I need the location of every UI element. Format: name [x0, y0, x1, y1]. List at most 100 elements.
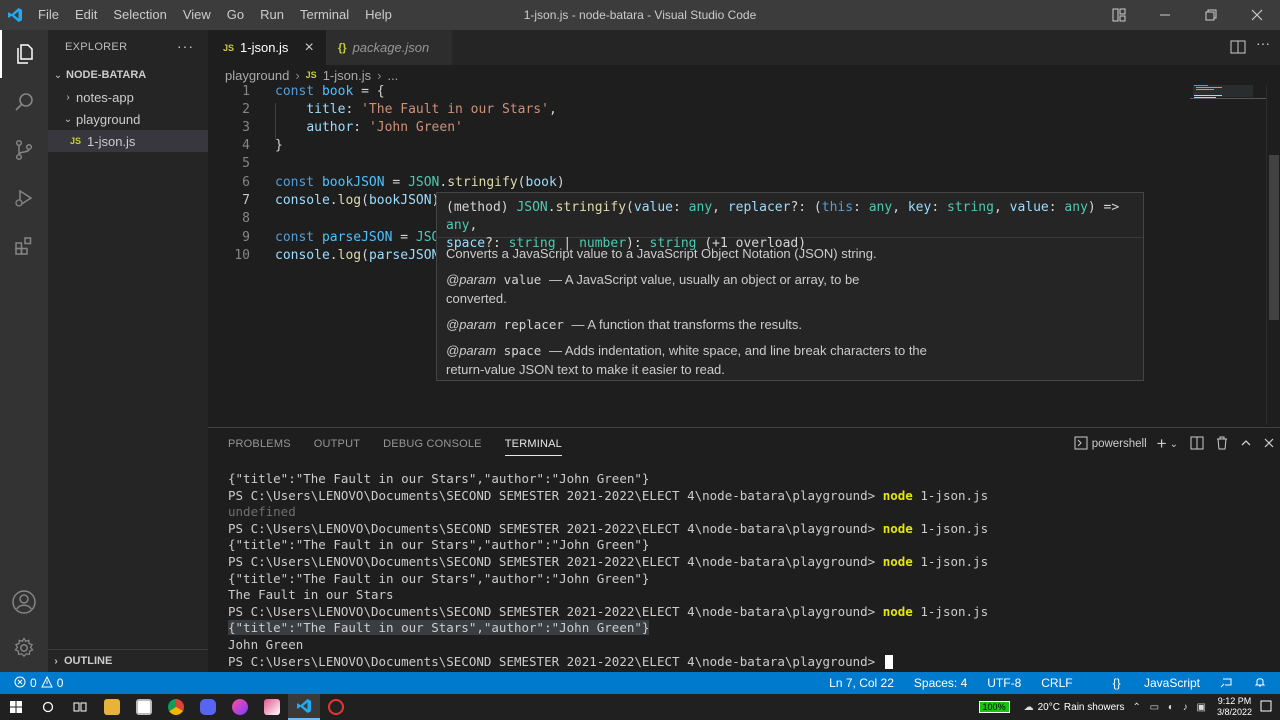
breadcrumb-folder[interactable]: playground: [225, 68, 289, 83]
run-debug-icon[interactable]: [0, 174, 48, 222]
extensions-icon[interactable]: [0, 222, 48, 270]
task-view-icon[interactable]: [64, 694, 96, 720]
windows-start-icon[interactable]: [0, 694, 32, 720]
panel-tab-terminal[interactable]: TERMINAL: [504, 428, 563, 460]
vscode-taskbar-icon[interactable]: [288, 694, 320, 720]
cursor-position[interactable]: Ln 7, Col 22: [829, 676, 894, 690]
end-of-line[interactable]: CRLF: [1041, 676, 1072, 690]
scrollbar-thumb[interactable]: [1269, 155, 1279, 320]
feedback-icon[interactable]: [1220, 676, 1234, 691]
maximize-panel-icon[interactable]: [1240, 437, 1252, 452]
menu-terminal[interactable]: Terminal: [292, 0, 357, 30]
hover-signature: (method) JSON.stringify(value: any, repl…: [437, 193, 1143, 251]
split-editor-icon[interactable]: [1230, 39, 1246, 60]
braces-icon: {}: [1112, 676, 1121, 690]
menu-run[interactable]: Run: [252, 0, 292, 30]
notifications-bell-icon[interactable]: [1254, 676, 1266, 691]
tree-item-playground[interactable]: ⌄ playground: [48, 108, 208, 130]
clock-date: 3/8/2022: [1216, 707, 1252, 717]
discord-icon[interactable]: [192, 694, 224, 720]
breadcrumb-file[interactable]: 1-json.js: [323, 68, 371, 83]
panel-tab-problems[interactable]: PROBLEMS: [228, 428, 291, 460]
restore-button[interactable]: [1188, 0, 1234, 30]
taskbar-search-icon[interactable]: [32, 694, 64, 720]
terminal-line: PS C:\Users\LENOVO\Documents\SECOND SEME…: [228, 553, 989, 569]
terminal-line: PS C:\Users\LENOVO\Documents\SECOND SEME…: [228, 520, 989, 536]
bottom-panel: PROBLEMS OUTPUT DEBUG CONSOLE TERMINAL p…: [208, 427, 1280, 673]
explorer-more-actions[interactable]: ···: [177, 38, 194, 54]
close-window-button[interactable]: [1234, 0, 1280, 30]
battery-indicator[interactable]: 100%: [978, 701, 1010, 713]
tray-icons[interactable]: ⌃ ▭ ◐ ♪ ▣: [1133, 702, 1209, 713]
tree-item-1-json-js[interactable]: JS 1-json.js: [48, 130, 208, 152]
settings-gear-icon[interactable]: [0, 624, 48, 672]
language-mode[interactable]: {} JavaScript: [1093, 676, 1200, 690]
terminal-line: {"title":"The Fault in our Stars","autho…: [228, 620, 650, 636]
workspace-root[interactable]: ⌄ NODE-BATARA: [48, 64, 208, 86]
hover-param: @param space — Adds indentation, white s…: [446, 343, 927, 377]
line-number: 5: [242, 156, 250, 171]
outline-section[interactable]: › OUTLINE: [48, 649, 208, 672]
clock[interactable]: 9:12 PM 3/8/2022: [1217, 696, 1252, 718]
layout-icon[interactable]: [1096, 0, 1142, 30]
panel-tab-output[interactable]: OUTPUT: [314, 428, 360, 460]
search-icon[interactable]: [0, 78, 48, 126]
breadcrumb-more[interactable]: ...: [387, 68, 398, 83]
tab-1-json-js[interactable]: JS 1-json.js ×: [208, 30, 326, 65]
error-count: 0: [30, 676, 37, 690]
tree-item-label: notes-app: [76, 89, 134, 105]
tab-label: package.json: [352, 40, 430, 55]
outline-label: OUTLINE: [64, 655, 113, 667]
new-terminal-icon[interactable]: +: [1157, 434, 1167, 454]
chrome-icon[interactable]: [160, 694, 192, 720]
tab-package-json[interactable]: {} package.json: [326, 30, 452, 65]
editor-more-actions[interactable]: ···: [1256, 35, 1270, 51]
windows-taskbar: 100% ☁ 20°C Rain showers ⌃ ▭ ◐ ♪ ▣ 9:12 …: [0, 694, 1280, 720]
line-number: 2: [242, 102, 250, 117]
problems-status[interactable]: 0 0: [14, 672, 63, 694]
tree-item-notes-app[interactable]: › notes-app: [48, 86, 208, 108]
trash-icon[interactable]: [1216, 436, 1228, 453]
chevron-right-icon: ›: [66, 91, 70, 103]
editor-vertical-scrollbar[interactable]: [1266, 85, 1280, 425]
menu-file[interactable]: File: [30, 0, 67, 30]
terminal-line: undefined: [228, 504, 296, 520]
messenger-icon[interactable]: [224, 694, 256, 720]
terminal-line: PS C:\Users\LENOVO\Documents\SECOND SEME…: [228, 654, 1268, 671]
tree-item-label: playground: [76, 111, 141, 127]
menu-selection[interactable]: Selection: [105, 0, 174, 30]
menu-edit[interactable]: Edit: [67, 0, 105, 30]
chevron-down-icon[interactable]: ⌄: [1170, 439, 1178, 450]
explorer-icon[interactable]: [0, 30, 48, 78]
minimap[interactable]: [1190, 85, 1266, 425]
menu-view[interactable]: View: [175, 0, 219, 30]
terminal-icon: [1074, 436, 1088, 453]
weather-icon: ☁: [1023, 701, 1034, 713]
indentation-setting[interactable]: Spaces: 4: [914, 676, 967, 690]
terminal-output[interactable]: {"title":"The Fault in our Stars","autho…: [228, 471, 1268, 671]
json-file-icon: {}: [338, 41, 347, 54]
app-icon[interactable]: [128, 694, 160, 720]
file-explorer-icon[interactable]: [96, 694, 128, 720]
line-number: 7: [242, 193, 250, 208]
notification-center-icon[interactable]: [1260, 700, 1272, 715]
line-number: 4: [242, 138, 250, 153]
weather-text[interactable]: Rain showers: [1064, 702, 1125, 713]
source-control-icon[interactable]: [0, 126, 48, 174]
recorder-icon[interactable]: [320, 694, 352, 720]
panel-tab-debug-console[interactable]: DEBUG CONSOLE: [383, 428, 482, 460]
menu-help[interactable]: Help: [357, 0, 400, 30]
file-encoding[interactable]: UTF-8: [987, 676, 1021, 690]
account-icon[interactable]: [0, 578, 48, 626]
tab-label: 1-json.js: [240, 40, 289, 55]
split-terminal-icon[interactable]: [1190, 436, 1204, 453]
close-panel-icon[interactable]: [1264, 437, 1274, 451]
close-tab-icon[interactable]: ×: [304, 39, 313, 57]
breadcrumb-separator-icon: ›: [377, 67, 382, 83]
terminal-shell-select[interactable]: powershell: [1092, 438, 1147, 450]
paint-icon[interactable]: [256, 694, 288, 720]
menu-go[interactable]: Go: [219, 0, 252, 30]
weather-temp[interactable]: 20°C: [1038, 702, 1060, 713]
minimize-button[interactable]: [1142, 0, 1188, 30]
line-number: 10: [234, 248, 250, 263]
